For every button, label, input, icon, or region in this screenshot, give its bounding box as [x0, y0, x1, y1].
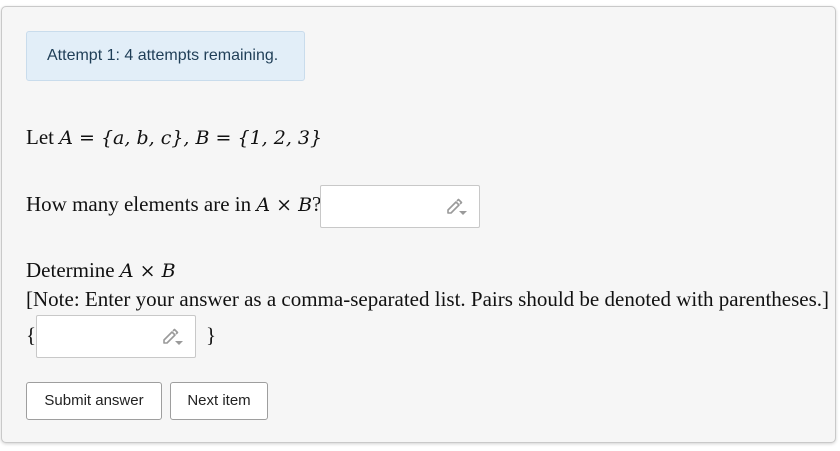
attempt-status-banner: Attempt 1: 4 attempts remaining.: [26, 31, 305, 81]
submit-answer-button[interactable]: Submit answer: [26, 382, 162, 420]
close-brace: }: [206, 323, 217, 347]
set-b-definition: B = {1, 2, 3}: [195, 127, 323, 149]
next-item-button[interactable]: Next item: [170, 382, 268, 420]
pencil-dropdown-icon[interactable]: [445, 198, 469, 218]
problem-intro-text: Let: [26, 125, 54, 149]
open-brace: {: [26, 323, 37, 347]
question-1: How many elements are in A × B?: [26, 192, 321, 217]
problem-statement: Let A = {a, b, c}, B = {1, 2, 3}: [26, 125, 322, 150]
element-count-input[interactable]: [320, 185, 480, 228]
question-2-note: [Note: Enter your answer as a comma-sepa…: [26, 287, 830, 311]
cartesian-product-input[interactable]: [36, 315, 196, 358]
question-card: Attempt 1: 4 attempts remaining. Let A =…: [1, 6, 836, 443]
definition-separator: ,: [183, 127, 196, 149]
question-1-text: How many elements are in: [26, 192, 252, 216]
pencil-dropdown-icon[interactable]: [161, 328, 185, 348]
question-2: Determine A × B: [26, 258, 176, 283]
question-1-math: A × B: [256, 194, 313, 216]
set-a-definition: A = {a, b, c}: [59, 127, 184, 149]
question-2-text: Determine: [26, 258, 115, 282]
question-2-math: A × B: [119, 260, 176, 282]
